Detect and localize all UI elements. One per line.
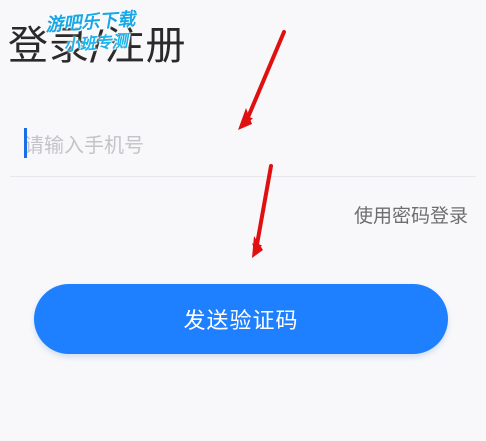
input-divider: [10, 176, 476, 177]
send-code-button[interactable]: 发送验证码: [34, 284, 448, 354]
phone-number-input[interactable]: [10, 120, 476, 170]
password-login-link[interactable]: 使用密码登录: [354, 202, 468, 230]
arrow-pointer-icon: [238, 30, 286, 130]
arrow-pointer-icon: [252, 164, 273, 258]
watermark-logo: 游吧乐下载 小班专测: [29, 8, 154, 58]
text-cursor: [24, 128, 27, 158]
